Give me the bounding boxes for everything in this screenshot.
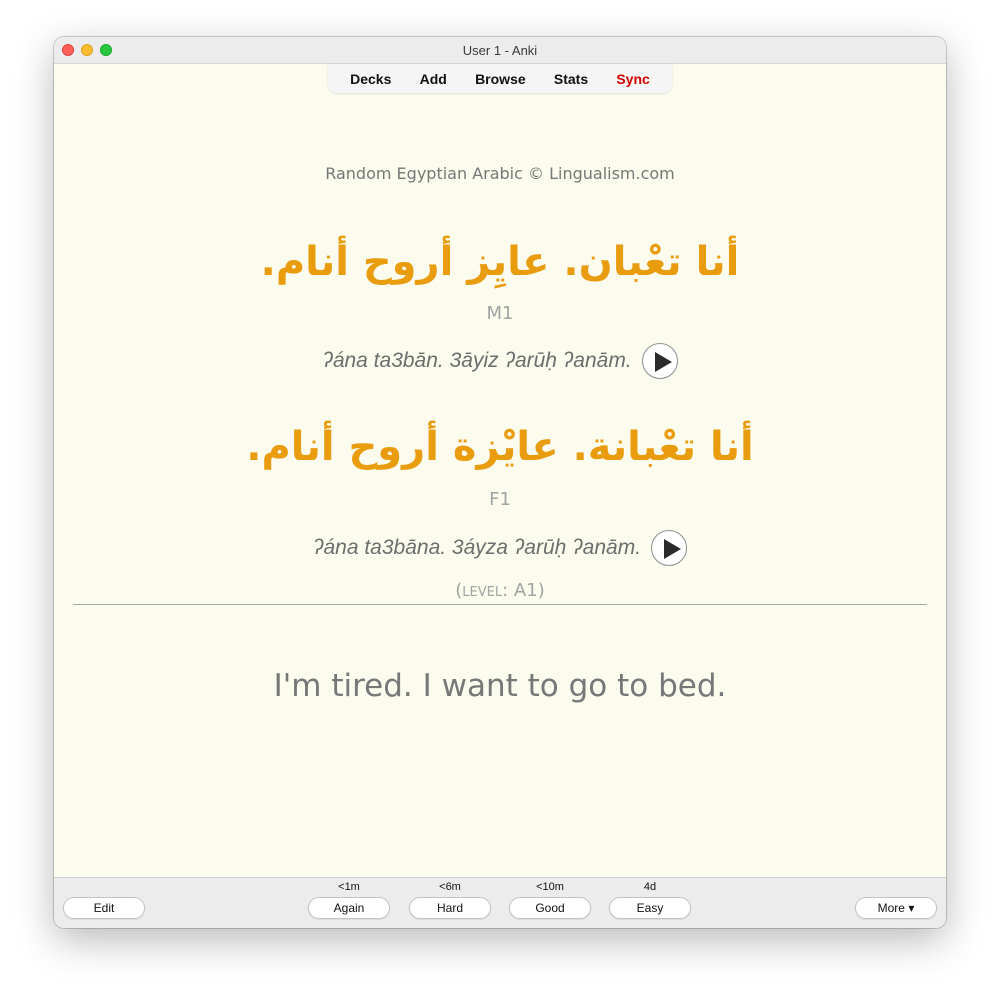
level-word: level bbox=[462, 580, 503, 601]
more-button[interactable]: More ▾ bbox=[855, 897, 937, 919]
level-close-paren: ) bbox=[537, 580, 545, 601]
edit-button[interactable]: Edit bbox=[63, 897, 145, 919]
hard-interval: <6m bbox=[439, 881, 461, 893]
play-audio-button-masculine[interactable] bbox=[641, 343, 678, 379]
toolbar-stats[interactable]: Stats bbox=[550, 69, 592, 89]
level-value: A1 bbox=[508, 580, 538, 601]
card-content: Random Egyptian Arabic © Lingualism.com … bbox=[54, 93, 946, 877]
easy-interval: 4d bbox=[643, 881, 657, 893]
again-interval: <1m bbox=[338, 881, 360, 893]
toolbar-add[interactable]: Add bbox=[416, 69, 451, 89]
deck-source: Random Egyptian Arabic © Lingualism.com bbox=[325, 164, 675, 183]
play-icon bbox=[664, 539, 682, 559]
toolbar-browse[interactable]: Browse bbox=[471, 69, 530, 89]
window-title: User 1 - Anki bbox=[462, 43, 538, 58]
hard-button[interactable]: Hard bbox=[409, 897, 491, 919]
play-icon bbox=[654, 352, 672, 372]
answer-divider bbox=[73, 604, 927, 605]
play-audio-button-feminine[interactable] bbox=[651, 530, 688, 566]
level-indicator: (level: A1) bbox=[54, 580, 946, 601]
english-translation: I'm tired. I want to go to bed. bbox=[273, 668, 727, 704]
gender-label-m1: M1 bbox=[486, 303, 514, 324]
again-button[interactable]: Again bbox=[308, 897, 390, 919]
title-bar[interactable]: User 1 - Anki bbox=[54, 37, 946, 64]
main-toolbar: Decks Add Browse Stats Sync bbox=[328, 64, 672, 93]
transliteration-masculine: ʔána ta3bān. 3āyiz ʔarūḥ ʔanām. bbox=[322, 349, 632, 372]
arabic-feminine: أنا تعْبانة. عايْزة أروح أنام. bbox=[246, 424, 754, 470]
easy-button[interactable]: Easy bbox=[609, 897, 691, 919]
good-button[interactable]: Good bbox=[509, 897, 591, 919]
transliteration-feminine: ʔána ta3bāna. 3áyza ʔarūḥ ʔanām. bbox=[312, 536, 642, 559]
arabic-masculine: أنا تعْبان. عايِز أروح أنام. bbox=[260, 239, 740, 285]
gender-label-f1: F1 bbox=[489, 489, 511, 510]
toolbar-decks[interactable]: Decks bbox=[346, 69, 395, 89]
translit-row-masculine: ʔána ta3bān. 3āyiz ʔarūḥ ʔanām. bbox=[54, 343, 946, 379]
anki-window: User 1 - Anki Decks Add Browse Stats Syn… bbox=[54, 37, 946, 928]
good-interval: <10m bbox=[536, 881, 564, 893]
translit-row-feminine: ʔána ta3bāna. 3áyza ʔarūḥ ʔanām. bbox=[54, 530, 946, 566]
toolbar-sync[interactable]: Sync bbox=[612, 69, 653, 89]
answer-bar: Edit <1m Again <6m Hard <10m Good 4d Eas… bbox=[54, 877, 946, 928]
